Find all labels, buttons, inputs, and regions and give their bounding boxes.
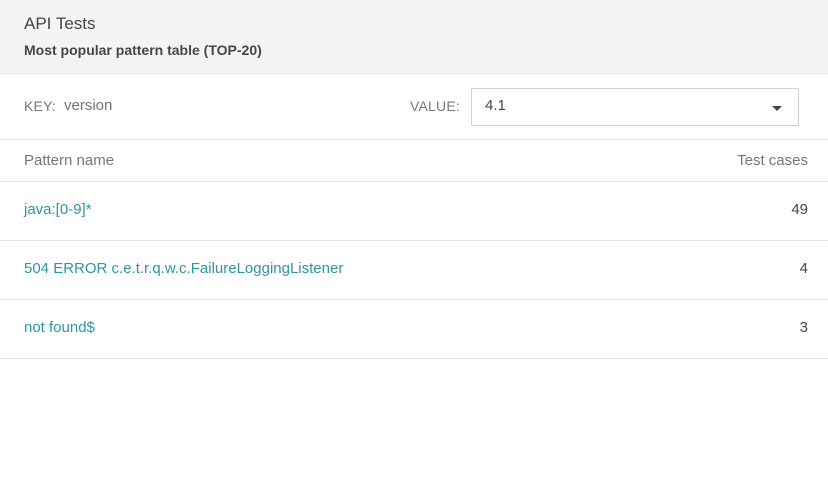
test-cases-count: 4: [799, 260, 808, 277]
table-header: Pattern name Test cases: [0, 140, 828, 182]
test-cases-count: 3: [799, 319, 808, 336]
value-dropdown-selected: 4.1: [485, 97, 506, 114]
key-value: version: [64, 97, 113, 114]
value-dropdown[interactable]: 4.1: [471, 88, 799, 126]
pattern-link[interactable]: not found$: [24, 319, 95, 336]
pattern-link[interactable]: java:[0-9]*: [24, 201, 92, 218]
chevron-down-icon: [772, 106, 782, 111]
test-cases-count: 49: [791, 201, 808, 218]
widget-title: API Tests: [24, 14, 96, 33]
widget-subtitle: Most popular pattern table (TOP-20): [24, 42, 262, 58]
key-label: KEY:: [24, 98, 56, 114]
widget-header: API Tests Most popular pattern table (TO…: [0, 0, 828, 74]
pattern-link[interactable]: 504 ERROR c.e.t.r.q.w.c.FailureLoggingLi…: [24, 260, 343, 277]
key-value-filter-bar: KEY: version VALUE: 4.1: [0, 74, 828, 140]
table-row: not found$ 3: [0, 300, 828, 359]
column-header-pattern-name: Pattern name: [24, 152, 115, 169]
column-header-test-cases: Test cases: [737, 152, 808, 169]
value-label: VALUE:: [410, 98, 460, 114]
table-row: java:[0-9]* 49: [0, 182, 828, 241]
most-popular-pattern-widget: API Tests Most popular pattern table (TO…: [0, 0, 828, 492]
table-row: 504 ERROR c.e.t.r.q.w.c.FailureLoggingLi…: [0, 241, 828, 300]
